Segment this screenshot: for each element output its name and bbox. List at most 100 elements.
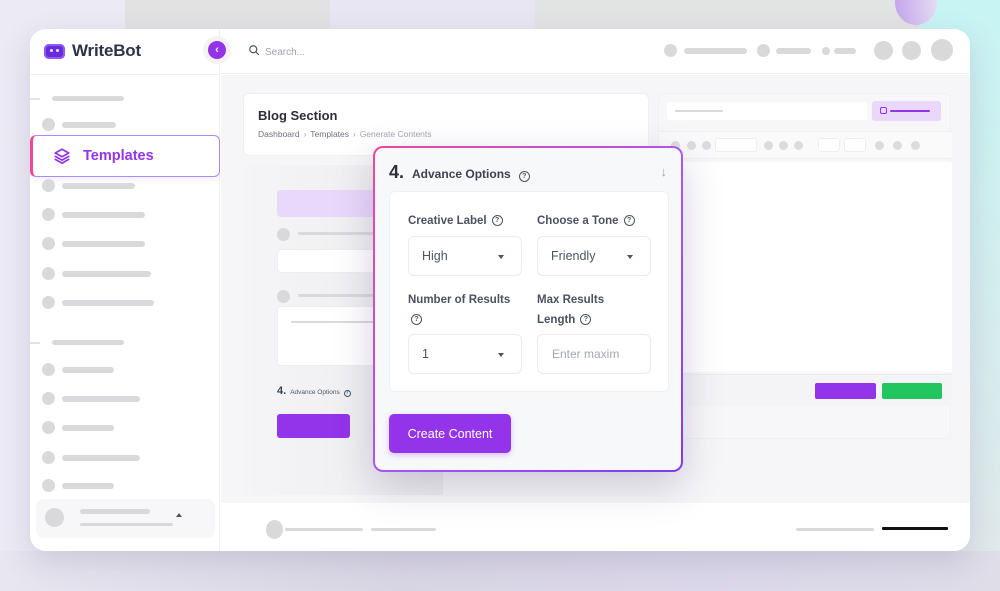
max-results-length-input[interactable]: [537, 334, 651, 374]
nav-icon-placeholder: [42, 421, 55, 434]
creative-label-label: Creative Label?: [408, 211, 503, 231]
toolbar-button[interactable]: [687, 141, 696, 150]
breadcrumb-dashboard[interactable]: Dashboard: [258, 129, 300, 139]
help-icon[interactable]: ?: [518, 171, 530, 182]
nav-icon-placeholder: [42, 451, 55, 464]
toolbar-button[interactable]: [702, 141, 711, 150]
breadcrumb-templates[interactable]: Templates: [310, 129, 349, 139]
help-icon[interactable]: ?: [411, 314, 422, 326]
create-content-button[interactable]: Create Content: [389, 414, 511, 453]
sidebar: WriteBot Templates: [30, 29, 220, 551]
format-dropdown[interactable]: [715, 138, 757, 152]
section-divider: [30, 342, 40, 344]
arrow-down-icon[interactable]: ↓: [661, 164, 668, 179]
nav-item-placeholder[interactable]: [62, 241, 145, 247]
step-icon-placeholder: [277, 290, 290, 303]
toolbar-button[interactable]: [893, 141, 902, 150]
save-document-button[interactable]: [872, 101, 941, 121]
nav-item-placeholder[interactable]: [62, 300, 154, 306]
caret-down-icon: [498, 255, 504, 259]
nav-item-placeholder[interactable]: [62, 122, 116, 128]
caret-down-icon: [627, 255, 633, 259]
step-icon-placeholder: [277, 228, 290, 241]
footer-link-placeholder[interactable]: [285, 528, 363, 531]
advance-options-fields: Creative Label? High Choose a Tone? Frie…: [389, 191, 669, 392]
nav-item-placeholder[interactable]: [62, 483, 114, 489]
button-label-placeholder: [890, 110, 930, 112]
collapse-sidebar-button[interactable]: ‹: [208, 41, 226, 59]
toolbar-button[interactable]: [779, 141, 788, 150]
status-text-placeholder: [834, 48, 856, 54]
selected-value: 1: [422, 347, 429, 361]
caret-down-icon: [498, 353, 504, 357]
nav-item-placeholder[interactable]: [62, 455, 140, 461]
help-icon[interactable]: ?: [623, 215, 635, 227]
nav-item-placeholder[interactable]: [62, 425, 114, 431]
nav-icon-placeholder: [42, 237, 55, 250]
tone-label: Choose a Tone?: [537, 211, 635, 231]
user-profile-card[interactable]: [36, 499, 215, 538]
max-results-length-label: Max Results Length?: [537, 290, 657, 330]
avatar: [45, 508, 64, 527]
section-title: Advance Options: [412, 167, 511, 181]
search-icon: [248, 43, 260, 61]
toolbar-button[interactable]: [794, 141, 803, 150]
editor-toolbar: [659, 131, 952, 159]
sidebar-item-label: Templates: [83, 148, 154, 164]
toolbar-button[interactable]: [764, 141, 773, 150]
selected-value: High: [422, 249, 448, 263]
toolbar-button[interactable]: [911, 141, 920, 150]
breadcrumb-current: Generate Contents: [359, 129, 432, 139]
help-icon[interactable]: ?: [491, 215, 503, 227]
notification-button[interactable]: [874, 41, 893, 60]
document-title-input[interactable]: [667, 102, 867, 120]
brand[interactable]: WriteBot: [44, 41, 141, 61]
robot-icon: [44, 43, 65, 59]
toolbar-button[interactable]: [875, 141, 884, 150]
search-input[interactable]: Search...: [265, 47, 305, 58]
nav-item-placeholder[interactable]: [62, 271, 151, 277]
settings-button[interactable]: [902, 41, 921, 60]
chevron-right-icon: ›: [353, 129, 356, 139]
status-text-placeholder: [684, 48, 747, 54]
align-dropdown[interactable]: [844, 138, 866, 152]
chevron-left-icon: ‹: [215, 44, 219, 56]
label-text: Max Results: [537, 294, 605, 306]
footer-link-active[interactable]: [882, 527, 948, 530]
nav-item-placeholder[interactable]: [62, 396, 140, 402]
save-icon: [880, 107, 887, 114]
nav-icon-placeholder: [42, 296, 55, 309]
number-of-results-select[interactable]: 1: [408, 334, 522, 374]
status-icon-placeholder: [822, 47, 830, 55]
status-icon-placeholder: [664, 44, 677, 57]
footer-link-placeholder[interactable]: [371, 528, 436, 531]
footer-link-placeholder[interactable]: [796, 528, 874, 531]
user-name-placeholder: [80, 509, 150, 514]
nav-icon-placeholder: [42, 363, 55, 376]
copy-button[interactable]: [815, 383, 876, 399]
nav-item-placeholder[interactable]: [62, 367, 114, 373]
background-tile: [0, 551, 1000, 591]
help-icon[interactable]: ?: [580, 314, 592, 326]
avatar[interactable]: [931, 39, 953, 61]
creative-label-select[interactable]: High: [408, 236, 522, 276]
color-dropdown[interactable]: [818, 138, 840, 152]
label-text: Number of Results: [408, 294, 511, 306]
search-bar[interactable]: Search...: [248, 43, 305, 61]
create-content-button-background[interactable]: [277, 414, 350, 438]
nav-item-placeholder[interactable]: [62, 212, 145, 218]
nav-icon-placeholder: [42, 479, 55, 492]
content-editor-panel: [658, 93, 952, 439]
footer: [221, 503, 970, 551]
page-title: Blog Section: [258, 108, 338, 123]
editor-body[interactable]: [659, 162, 952, 372]
label-text: Choose a Tone: [537, 215, 619, 227]
download-button[interactable]: [882, 383, 942, 399]
advance-options-heading-background: 4. Advance Options ?: [277, 385, 351, 397]
section-title: Advance Options: [290, 389, 340, 396]
tone-select[interactable]: Friendly: [537, 236, 651, 276]
layers-icon: [53, 147, 71, 165]
editor-footer: [659, 374, 952, 406]
sidebar-item-templates[interactable]: Templates: [30, 135, 220, 177]
nav-item-placeholder[interactable]: [62, 183, 135, 189]
